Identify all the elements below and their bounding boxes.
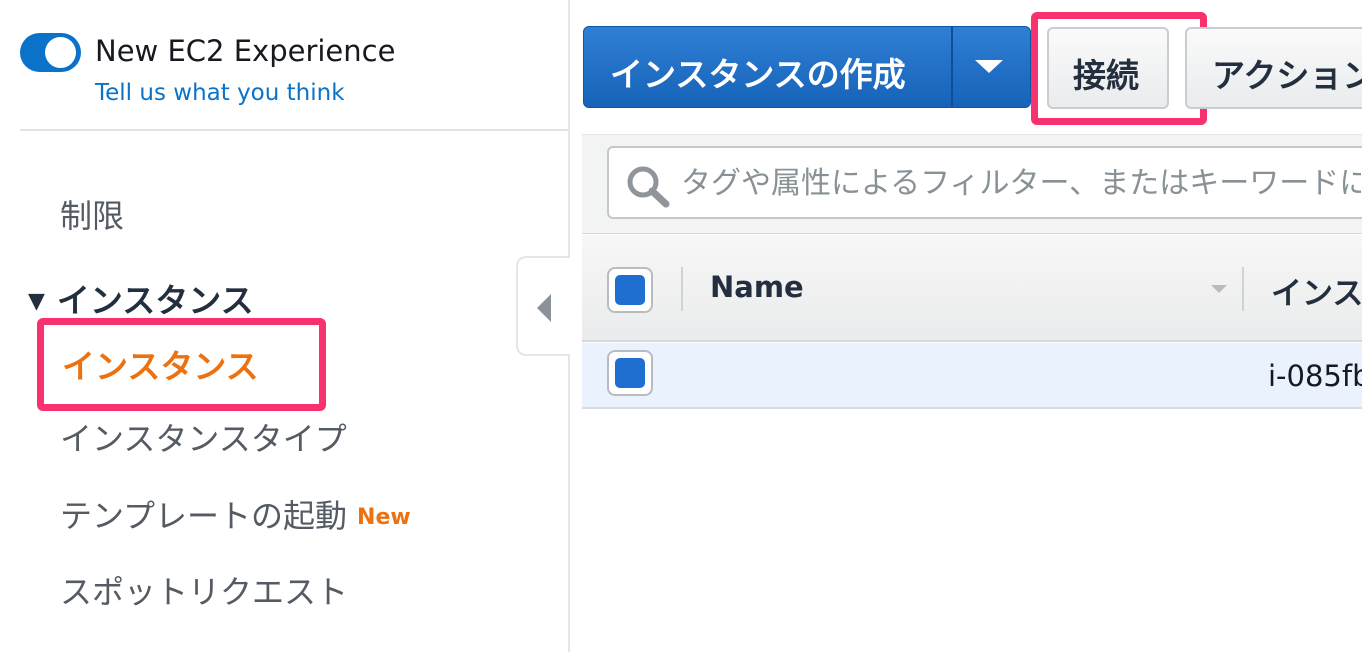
column-divider bbox=[681, 267, 683, 311]
checkbox-fill bbox=[615, 275, 645, 305]
launch-instance-button[interactable]: インスタンスの作成 bbox=[583, 26, 1031, 108]
instance-id-cell[interactable]: i-085fb bbox=[1268, 359, 1362, 393]
launch-instance-label: インスタンスの作成 bbox=[610, 55, 906, 94]
table-header bbox=[582, 235, 1362, 342]
sidebar-item-spot-requests[interactable]: スポットリクエスト bbox=[60, 567, 348, 613]
search-box[interactable] bbox=[607, 146, 1362, 219]
split-divider bbox=[951, 27, 953, 107]
sidebar-item-launch-templates[interactable]: テンプレートの起動 New bbox=[60, 491, 411, 537]
actions-label: アクション bbox=[1212, 56, 1362, 95]
table-row[interactable] bbox=[582, 343, 1362, 409]
ec2-console: New EC2 Experience Tell us what you thin… bbox=[0, 0, 1362, 652]
sidebar-divider bbox=[20, 129, 568, 131]
chevron-down-icon[interactable] bbox=[975, 60, 1003, 73]
sort-icon[interactable] bbox=[1211, 285, 1227, 293]
column-divider[interactable] bbox=[1242, 267, 1244, 311]
sidebar-item-instance-types[interactable]: インスタンスタイプ bbox=[60, 414, 347, 460]
sidebar-collapse-button[interactable] bbox=[516, 256, 570, 356]
checkbox-fill bbox=[615, 358, 645, 388]
column-header-instance-id[interactable]: インスタンス ID bbox=[1271, 268, 1362, 313]
sidebar-section-instances[interactable]: ▼ インスタンス bbox=[28, 274, 254, 322]
highlight-box-connect bbox=[1031, 12, 1207, 125]
sidebar-section-label: インスタンス bbox=[56, 281, 254, 320]
select-all-checkbox[interactable] bbox=[607, 267, 653, 313]
row-checkbox[interactable] bbox=[607, 350, 653, 396]
sidebar: New EC2 Experience Tell us what you thin… bbox=[0, 0, 570, 652]
sidebar-item-limits[interactable]: 制限 bbox=[60, 191, 124, 237]
toggle-knob bbox=[45, 37, 76, 68]
actions-button[interactable]: アクション bbox=[1185, 27, 1362, 109]
triangle-down-icon: ▼ bbox=[28, 289, 45, 314]
new-experience-toggle[interactable] bbox=[20, 33, 81, 72]
chevron-left-icon bbox=[537, 294, 551, 322]
new-experience-title: New EC2 Experience bbox=[95, 34, 396, 68]
sidebar-item-label: テンプレートの起動 bbox=[60, 497, 348, 535]
column-header-name[interactable]: Name bbox=[710, 270, 804, 304]
highlight-box-instances bbox=[37, 318, 326, 411]
search-icon bbox=[627, 166, 670, 208]
search-input[interactable] bbox=[681, 160, 1361, 206]
feedback-link[interactable]: Tell us what you think bbox=[95, 80, 345, 106]
new-badge: New bbox=[357, 505, 411, 530]
